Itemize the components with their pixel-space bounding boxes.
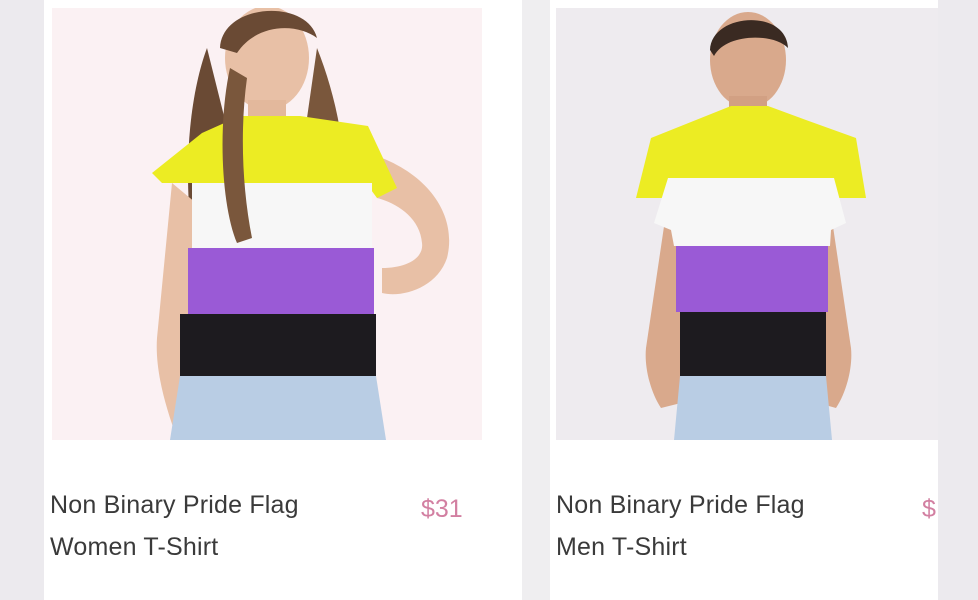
product-price: $ <box>922 495 936 523</box>
product-image-men[interactable] <box>556 8 938 440</box>
product-info-women: Non Binary Pride Flag Women T-Shirt $31 <box>44 440 522 600</box>
product-title[interactable]: Non Binary Pride Flag Men T-Shirt <box>556 484 836 568</box>
product-grid: Non Binary Pride Flag Women T-Shirt $31 <box>0 0 978 600</box>
product-card-men[interactable]: Non Binary Pride Flag Men T-Shirt $ <box>550 0 938 600</box>
right-gutter <box>938 0 978 600</box>
product-card-women[interactable]: Non Binary Pride Flag Women T-Shirt $31 <box>44 0 522 600</box>
product-title[interactable]: Non Binary Pride Flag Women T-Shirt <box>50 484 320 568</box>
product-price: $31 <box>421 495 463 523</box>
product-info-men: Non Binary Pride Flag Men T-Shirt $ <box>550 440 938 600</box>
product-image-women[interactable] <box>52 8 482 440</box>
left-gutter <box>0 0 44 600</box>
